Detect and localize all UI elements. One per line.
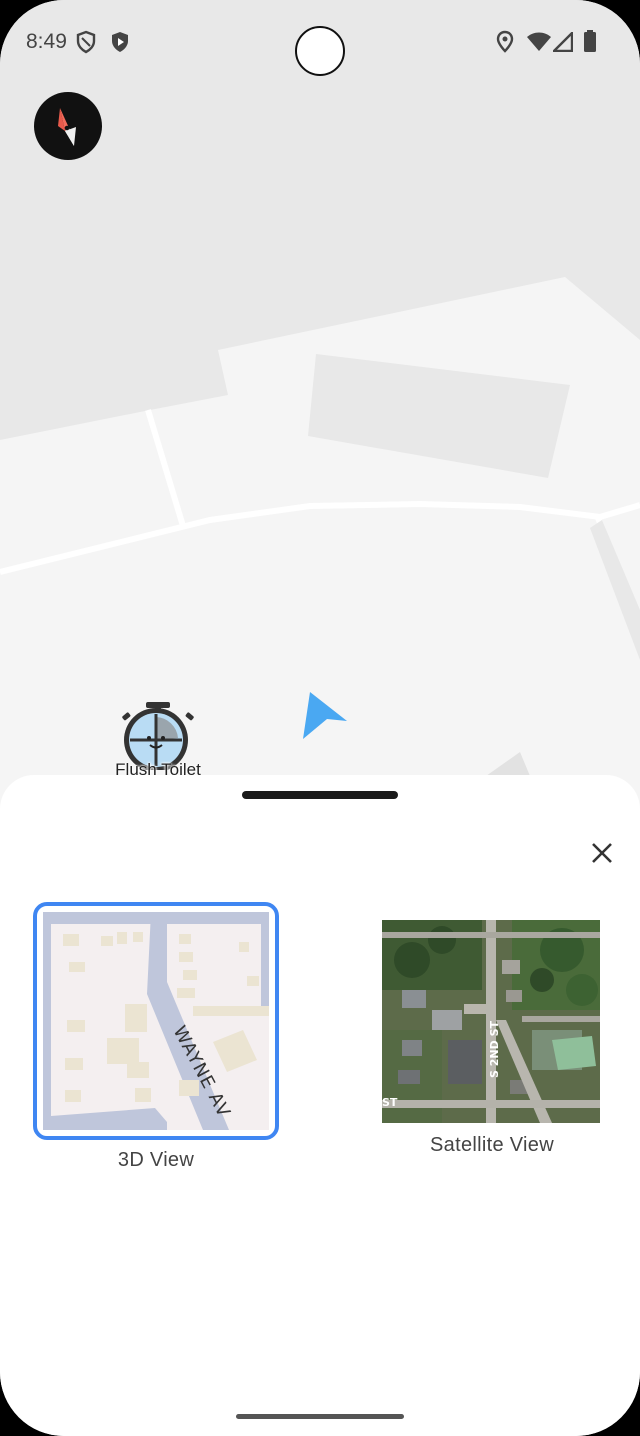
option-satellite-view[interactable]: S 2ND ST ST Satellite View <box>382 920 602 1160</box>
shield-outline-icon <box>75 30 97 59</box>
sheet-drag-handle[interactable] <box>242 791 398 799</box>
battery-icon <box>583 30 597 57</box>
street-label-2nd: S 2ND ST <box>488 1021 501 1078</box>
satellite-map-preview: S 2ND ST ST <box>382 920 600 1123</box>
map-view[interactable]: 8:49 Flush Toilet <box>0 0 640 820</box>
compass-icon <box>58 108 76 146</box>
front-camera <box>295 26 345 76</box>
close-button[interactable] <box>584 835 620 871</box>
street-label-st: ST <box>382 1096 398 1109</box>
signal-icon <box>551 30 574 57</box>
option-satellite-label: Satellite View <box>430 1134 554 1156</box>
status-time: 8:49 <box>26 30 67 53</box>
option-3d-label: 3D View <box>117 1149 195 1171</box>
option-3d-view[interactable]: WAYNE AV 3D View <box>33 902 279 1171</box>
map-style-sheet: WAYNE AV 3D View S 2ND ST ST Satellite V… <box>0 775 640 1436</box>
compass-button[interactable] <box>34 92 102 160</box>
wifi-icon <box>527 32 551 57</box>
screen: 8:49 Flush Toilet WAYNE AV 3D View S 2ND… <box>0 0 640 1436</box>
3d-map-preview: WAYNE AV <box>43 912 269 1130</box>
thumbnail-satellite-view: S 2ND ST ST <box>382 920 600 1123</box>
shield-play-icon <box>109 30 131 59</box>
location-pin-icon <box>496 30 514 59</box>
gesture-bar[interactable] <box>236 1414 404 1419</box>
close-icon <box>592 843 612 863</box>
poi-marker[interactable]: Flush Toilet <box>108 700 208 780</box>
navigation-arrow-icon <box>303 692 347 739</box>
thumbnail-3d-view: WAYNE AV <box>33 902 279 1140</box>
